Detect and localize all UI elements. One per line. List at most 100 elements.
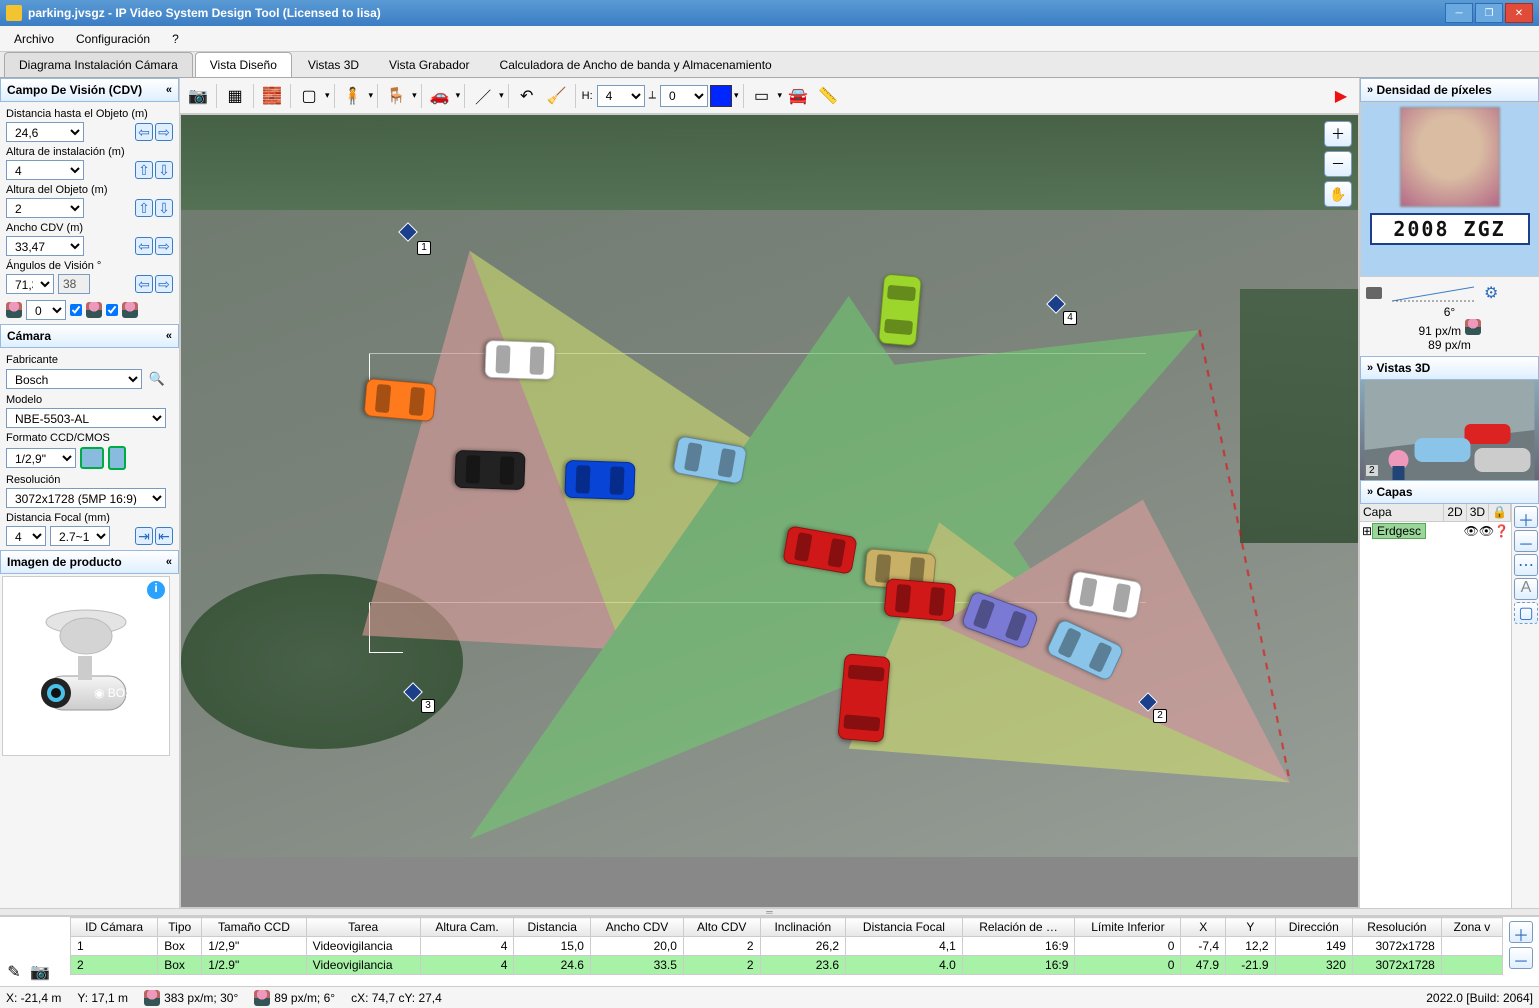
- panel-3d-head[interactable]: » Vistas 3D: [1360, 356, 1539, 380]
- focal1-select[interactable]: 4: [6, 526, 46, 546]
- layer-text-button[interactable]: A: [1514, 578, 1538, 600]
- line-tool-button[interactable]: ／: [469, 82, 497, 110]
- grid-add-button[interactable]: ＋: [1509, 921, 1533, 943]
- grid-col[interactable]: Resolución: [1352, 918, 1441, 937]
- tab-diagrama[interactable]: Diagrama Instalación Cámara: [4, 52, 193, 77]
- menu-configuracion[interactable]: Configuración: [66, 28, 160, 50]
- car-blue[interactable]: [564, 460, 635, 500]
- grid-col[interactable]: Dirección: [1275, 918, 1352, 937]
- wall-tool-button[interactable]: ▦: [221, 82, 249, 110]
- search-maker-button[interactable]: 🔍: [146, 368, 168, 390]
- car2-tool-button[interactable]: 🚘: [784, 82, 812, 110]
- view3d-preview[interactable]: 2: [1360, 380, 1539, 480]
- width-left-button[interactable]: ⇦: [135, 237, 153, 255]
- car-white[interactable]: [484, 340, 555, 380]
- car-orange[interactable]: [363, 378, 436, 422]
- dropdown-icon[interactable]: ▾: [499, 90, 504, 101]
- man-check[interactable]: [106, 304, 118, 316]
- menu-help[interactable]: ?: [162, 28, 189, 50]
- grid-cam-button[interactable]: 📷: [28, 960, 52, 984]
- grid-col[interactable]: Altura Cam.: [420, 918, 514, 937]
- layer-more-button[interactable]: ⋯: [1514, 554, 1538, 576]
- focal-out-button[interactable]: ⇤: [155, 527, 173, 545]
- objH-down-button[interactable]: ⇩: [155, 199, 173, 217]
- panel-camera-head[interactable]: Cámara«: [0, 324, 179, 348]
- person-h-input[interactable]: 0: [26, 300, 66, 320]
- close-button[interactable]: ✕: [1505, 3, 1533, 23]
- camera-grid[interactable]: ID CámaraTipoTamaño CCDTareaAltura Cam.D…: [70, 917, 1503, 986]
- dropdown-icon[interactable]: ▾: [325, 90, 330, 101]
- car-black[interactable]: [454, 450, 525, 490]
- tab-calculadora[interactable]: Calculadora de Ancho de banda y Almacena…: [486, 53, 786, 77]
- tab-vistas-3d[interactable]: Vistas 3D: [294, 53, 373, 77]
- width-right-button[interactable]: ⇨: [155, 237, 173, 255]
- page-tool-button[interactable]: ▭: [748, 82, 776, 110]
- camera-tool-button[interactable]: 📷: [184, 82, 212, 110]
- objH-input[interactable]: 2: [6, 198, 84, 218]
- measure-tool-button[interactable]: 📏: [814, 82, 842, 110]
- undo-button[interactable]: ↶: [513, 82, 541, 110]
- grid-col[interactable]: Distancia: [514, 918, 591, 937]
- grid-col[interactable]: ID Cámara: [71, 918, 158, 937]
- grid-row[interactable]: 2Box1/2.9"Videovigilancia424.633.5223.64…: [71, 956, 1503, 975]
- panel-pd-head[interactable]: » Densidad de píxeles: [1360, 78, 1539, 102]
- ccd-select[interactable]: 1/2,9": [6, 448, 76, 468]
- zoom-in-button[interactable]: ＋: [1324, 121, 1352, 147]
- dropdown-icon[interactable]: ▾: [734, 90, 739, 101]
- h-select[interactable]: 4: [597, 85, 645, 107]
- truck-red[interactable]: [837, 653, 890, 743]
- maximize-button[interactable]: ❐: [1475, 3, 1503, 23]
- gear-icon[interactable]: ⚙: [1484, 283, 1498, 303]
- grid-col[interactable]: Inclinación: [760, 918, 846, 937]
- grid-col[interactable]: Zona v: [1441, 918, 1502, 937]
- grid-col[interactable]: Y: [1226, 918, 1276, 937]
- focal2-select[interactable]: 2.7~12: [50, 526, 110, 546]
- dropdown-icon[interactable]: ▾: [412, 90, 417, 101]
- instH-input[interactable]: 4: [6, 160, 84, 180]
- car-red2[interactable]: [883, 578, 956, 622]
- horizontal-splitter[interactable]: [0, 908, 1539, 916]
- angle-left-button[interactable]: ⇦: [135, 275, 153, 293]
- angle-right-button[interactable]: ⇨: [155, 275, 173, 293]
- layer-add-button[interactable]: ＋: [1514, 506, 1538, 528]
- instH-down-button[interactable]: ⇩: [155, 161, 173, 179]
- design-canvas[interactable]: 1 2 3 4 ＋ － ✋: [180, 114, 1359, 908]
- aspect-tall-button[interactable]: [108, 446, 126, 470]
- woman-check[interactable]: [70, 304, 82, 316]
- car-tool-button[interactable]: 🚗: [426, 82, 454, 110]
- tab-vista-diseno[interactable]: Vista Diseño: [195, 52, 292, 77]
- color-picker[interactable]: [710, 85, 732, 107]
- pan-button[interactable]: ✋: [1324, 181, 1352, 207]
- grid-col[interactable]: Tamaño CCD: [202, 918, 306, 937]
- layer-select-button[interactable]: ▢: [1514, 602, 1538, 624]
- dist-left-button[interactable]: ⇦: [135, 123, 153, 141]
- dropdown-icon[interactable]: ▾: [369, 90, 374, 101]
- dropdown-icon[interactable]: ▾: [778, 90, 783, 101]
- grid-col[interactable]: Ancho CDV: [590, 918, 683, 937]
- panel-image-head[interactable]: Imagen de producto«: [0, 550, 179, 574]
- car-green[interactable]: [878, 273, 922, 346]
- grid-col[interactable]: Alto CDV: [683, 918, 760, 937]
- clear-button[interactable]: 🧹: [543, 82, 571, 110]
- dist-right-button[interactable]: ⇨: [155, 123, 173, 141]
- res-select[interactable]: 3072x1728 (5MP 16:9): [6, 488, 166, 508]
- grid-row[interactable]: 1Box1/2,9"Videovigilancia415,020,0226,24…: [71, 937, 1503, 956]
- bench-tool-button[interactable]: 🪑: [382, 82, 410, 110]
- dropdown-icon[interactable]: ▾: [456, 90, 461, 101]
- menu-archivo[interactable]: Archivo: [4, 28, 64, 50]
- layer-remove-button[interactable]: －: [1514, 530, 1538, 552]
- zoom-out-button[interactable]: －: [1324, 151, 1352, 177]
- focal-in-button[interactable]: ⇥: [135, 527, 153, 545]
- panel-cdv-head[interactable]: Campo De Visión (CDV)«: [0, 78, 179, 102]
- grid-remove-button[interactable]: －: [1509, 947, 1533, 969]
- instH-up-button[interactable]: ⇧: [135, 161, 153, 179]
- panel-layers-head[interactable]: » Capas: [1360, 480, 1539, 504]
- box-tool-button[interactable]: ▢: [295, 82, 323, 110]
- o-select[interactable]: 0: [660, 85, 708, 107]
- tab-vista-grabador[interactable]: Vista Grabador: [375, 53, 484, 77]
- model-select[interactable]: NBE-5503-AL: [6, 408, 166, 428]
- grid-pen-button[interactable]: ✎: [2, 960, 26, 984]
- maker-select[interactable]: Bosch: [6, 369, 142, 389]
- aspect-wide-button[interactable]: [80, 447, 104, 469]
- grid-col[interactable]: Tarea: [306, 918, 420, 937]
